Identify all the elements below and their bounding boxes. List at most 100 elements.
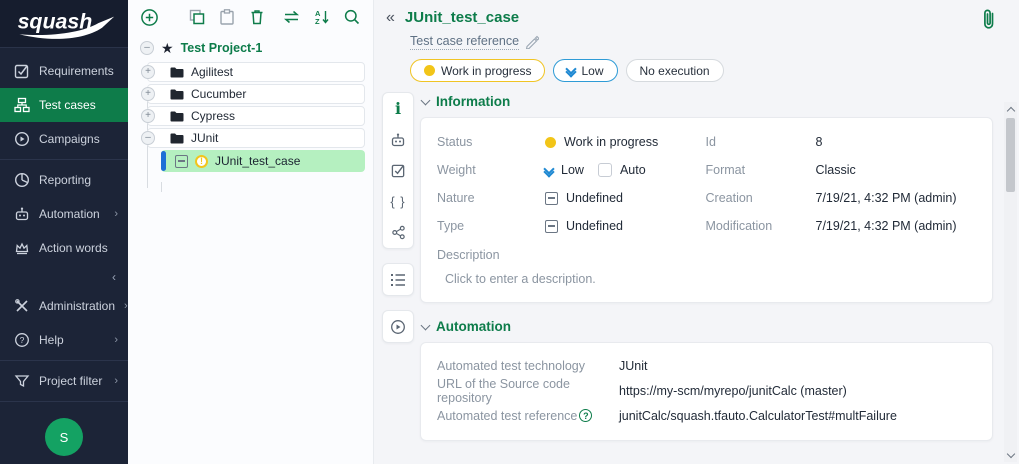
sidebar-item-project-filter[interactable]: Project filter › [0,364,128,398]
delete-button[interactable] [247,8,266,27]
scroll-up-button[interactable] [1004,102,1017,116]
undefined-icon [545,192,558,205]
tab-information[interactable]: i [383,93,413,124]
type-label: Type [437,212,545,240]
automation-section-header[interactable]: Automation [422,319,993,334]
scroll-down-button[interactable] [1004,448,1017,462]
tab-verified-requirements[interactable] [383,155,413,186]
search-icon[interactable] [342,8,361,27]
sidebar-item-label: Help [39,333,64,347]
automation-technology-value[interactable]: JUnit [619,359,647,373]
test-case-reference-field[interactable]: Test case reference [410,34,519,50]
chevron-right-icon: › [114,375,118,387]
information-section-header[interactable]: Information [422,94,993,109]
sidebar-collapse-button[interactable]: ‹ [0,265,128,289]
modification-value: 7/19/21, 4:32 PM (admin) [816,212,977,240]
automation-row-repository: URL of the Source code repository https:… [437,378,976,403]
weight-pill[interactable]: Low [553,59,617,82]
vertical-scrollbar[interactable] [1004,102,1017,462]
type-value[interactable]: Undefined [545,212,706,240]
status-pill[interactable]: Work in progress [410,59,545,82]
robot-icon [390,132,406,148]
collapse-expander-icon[interactable]: – [141,131,155,145]
squash-logo[interactable]: squash [0,0,128,48]
tree-item-junit-test-case-selected[interactable]: ! JUnit_test_case [161,150,365,172]
tree-folder-agilitest[interactable]: + Agilitest [147,62,365,82]
tab-automation[interactable] [383,124,413,155]
sidebar-item-label: Test cases [39,98,96,112]
sidebar-item-label: Action words [39,241,108,255]
sidebar-item-automation[interactable]: Automation › [0,197,128,231]
sidebar-item-administration[interactable]: Administration › [0,289,128,323]
transfer-button[interactable] [282,8,301,27]
tab-parameters[interactable]: { } [383,186,413,217]
automation-reference-value[interactable]: junitCalc/squash.tfauto.CalculatorTest#m… [619,409,897,423]
tree-folder-cucumber[interactable]: + Cucumber [147,84,365,104]
numbered-list-icon [390,273,406,287]
sidebar-item-help[interactable]: ? Help › [0,323,128,357]
svg-text:Z: Z [315,17,320,26]
weight-pill-label: Low [581,64,603,78]
tree-root-project[interactable]: – ★ Test Project-1 [134,36,365,60]
sidebar-item-test-cases[interactable]: Test cases [0,88,128,122]
tree-folder-cypress[interactable]: + Cypress [147,106,365,126]
anchor-card-executions [382,310,414,343]
tree-toolbar: AZ [128,0,373,34]
chevron-down-icon [421,320,431,330]
folder-icon [170,67,184,78]
sidebar-item-label: Administration [39,299,115,313]
create-button[interactable] [140,8,159,27]
nav-divider [0,159,128,160]
tab-executions[interactable] [383,311,413,342]
nature-value[interactable]: Undefined [545,184,706,212]
weight-text: Low [561,163,584,177]
auto-checkbox[interactable] [598,163,612,177]
automation-row-technology: Automated test technology JUnit [437,353,976,378]
anchor-card-steps [382,263,414,296]
collapse-panel-icon[interactable]: « [386,10,395,26]
page-title: JUnit_test_case [405,9,519,26]
status-pill-label: Work in progress [441,64,531,78]
automation-reference-label: Automated test reference ? [437,409,619,423]
sidebar-item-label: Automation [39,207,100,221]
scrollbar-thumb[interactable] [1006,118,1015,192]
sidebar-item-label: Reporting [39,173,91,187]
sidebar-item-reporting[interactable]: Reporting [0,163,128,197]
project-label[interactable]: Test Project-1 [181,41,263,55]
execution-pill[interactable]: No execution [626,59,724,82]
tab-test-steps[interactable] [383,264,413,295]
copy-button[interactable] [187,8,206,27]
sidebar-item-campaigns[interactable]: Campaigns [0,122,128,156]
paste-button[interactable] [217,8,236,27]
tree-folder-junit[interactable]: – JUnit [147,128,365,148]
sort-button[interactable]: AZ [312,8,331,27]
detail-header: « JUnit_test_case Test case reference Wo… [374,0,1019,82]
test-cases-icon [13,97,30,114]
help-tooltip-icon[interactable]: ? [579,409,592,422]
reporting-icon [13,172,30,189]
automation-repository-value[interactable]: https://my-scm/myrepo/junitCalc (master) [619,384,847,398]
id-value: 8 [816,128,977,156]
collapse-expander-icon[interactable]: – [140,41,154,55]
sidebar-item-requirements[interactable]: Requirements [0,54,128,88]
attachment-paperclip-icon[interactable] [981,8,997,32]
expand-icon[interactable]: + [141,109,155,123]
edit-pencil-icon[interactable] [525,35,539,49]
status-value[interactable]: Work in progress [545,128,706,156]
nav-divider [0,401,128,402]
expand-icon[interactable]: + [141,87,155,101]
sidebar-item-action-words[interactable]: Action words [0,231,128,265]
description-placeholder[interactable]: Click to enter a description. [445,272,976,286]
user-avatar[interactable]: S [45,418,83,456]
tab-linked-elements[interactable] [383,217,413,248]
execution-pill-label: No execution [640,64,710,78]
expand-icon[interactable]: + [141,65,155,79]
play-circle-icon [390,319,406,335]
weight-low-icon [545,165,553,176]
title-row: « JUnit_test_case [386,9,979,26]
sidebar-item-label: Project filter [39,374,102,388]
test-case-label: JUnit_test_case [215,154,300,168]
information-card: Status Work in progress Id 8 Weight Low [420,117,993,303]
weight-value[interactable]: Low Auto [545,156,706,184]
status-text: Work in progress [564,135,658,149]
